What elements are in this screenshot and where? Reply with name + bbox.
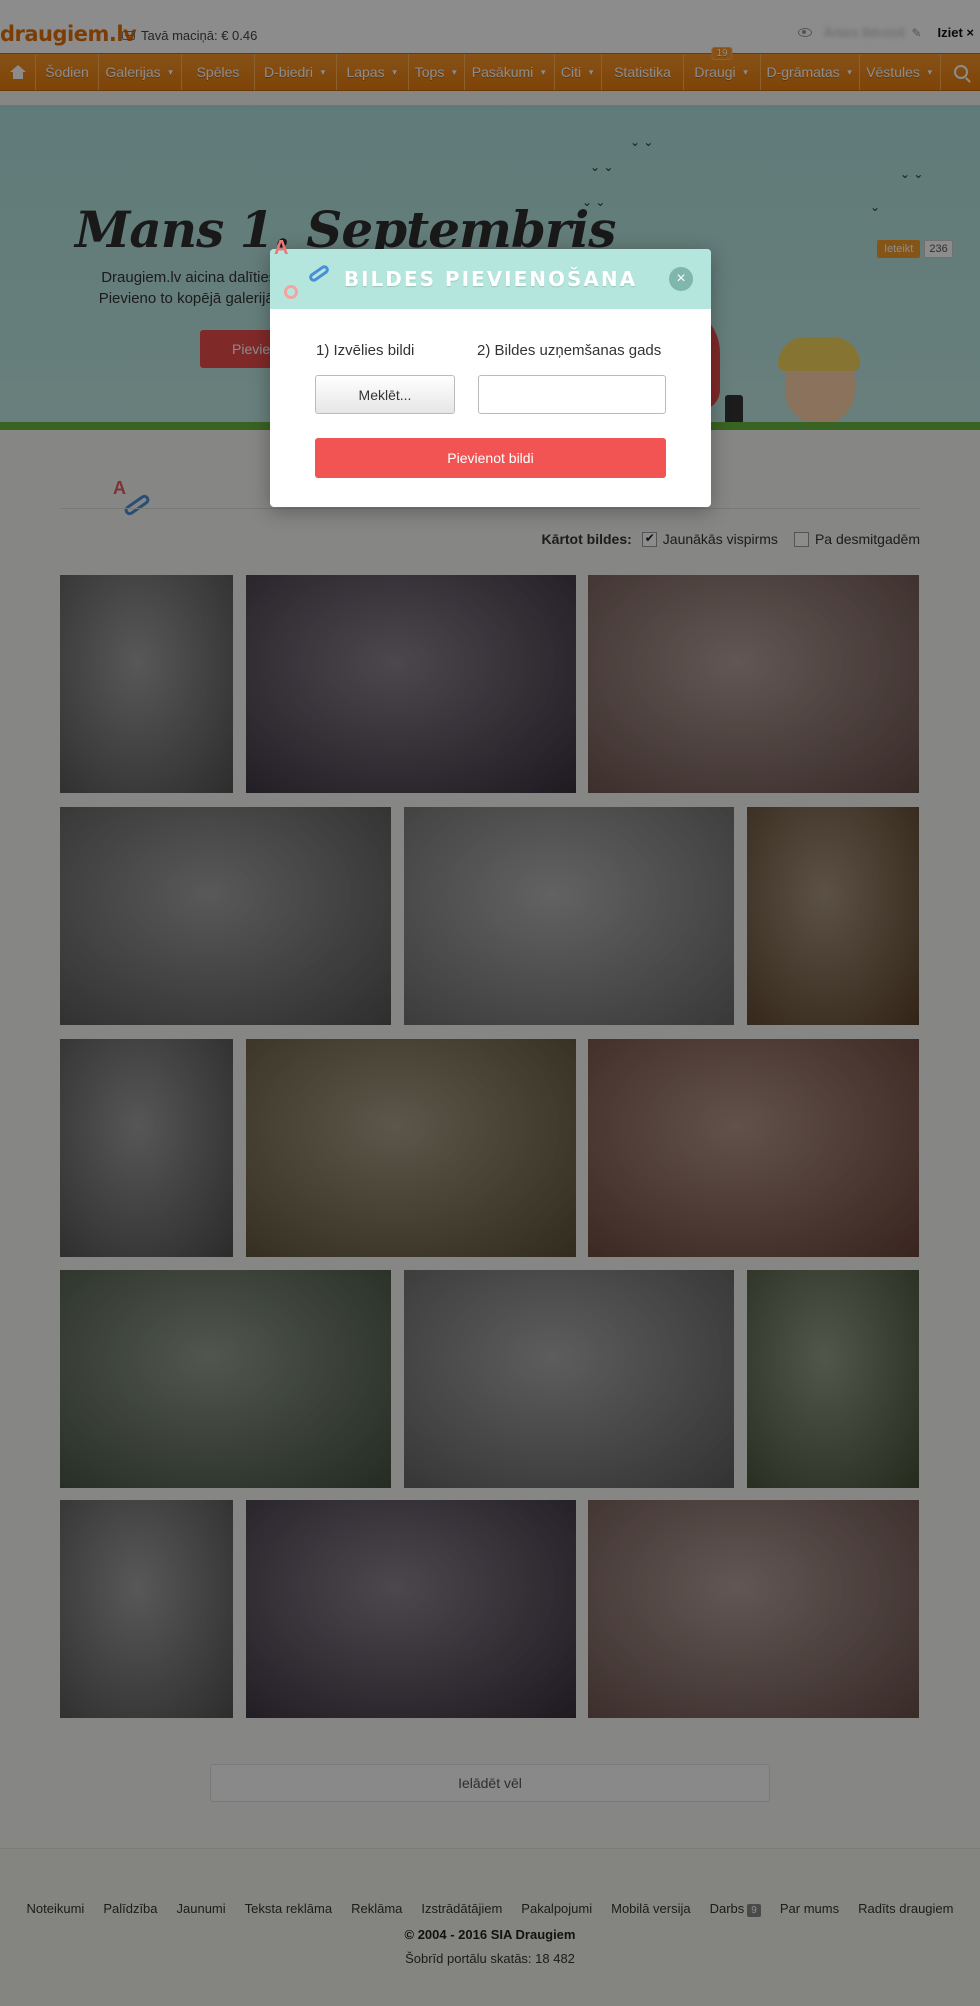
step2-label: 2) Bildes uzņemšanas gads xyxy=(477,342,662,359)
submit-photo-button[interactable]: Pievienot bildi xyxy=(315,438,666,478)
ring-icon xyxy=(284,285,298,299)
close-icon[interactable]: × xyxy=(669,267,693,291)
year-input[interactable] xyxy=(478,375,666,414)
browse-button[interactable]: Meklēt... xyxy=(315,375,455,414)
modal-header: BILDES PIEVIENOŠANA × xyxy=(270,249,711,309)
add-photo-modal: BILDES PIEVIENOŠANA × A 1) Izvēlies bild… xyxy=(270,237,711,507)
modal-title: BILDES PIEVIENOŠANA xyxy=(343,267,638,291)
letter-a-icon: A xyxy=(274,237,289,259)
step1-label: 1) Izvēlies bildi xyxy=(316,342,415,359)
